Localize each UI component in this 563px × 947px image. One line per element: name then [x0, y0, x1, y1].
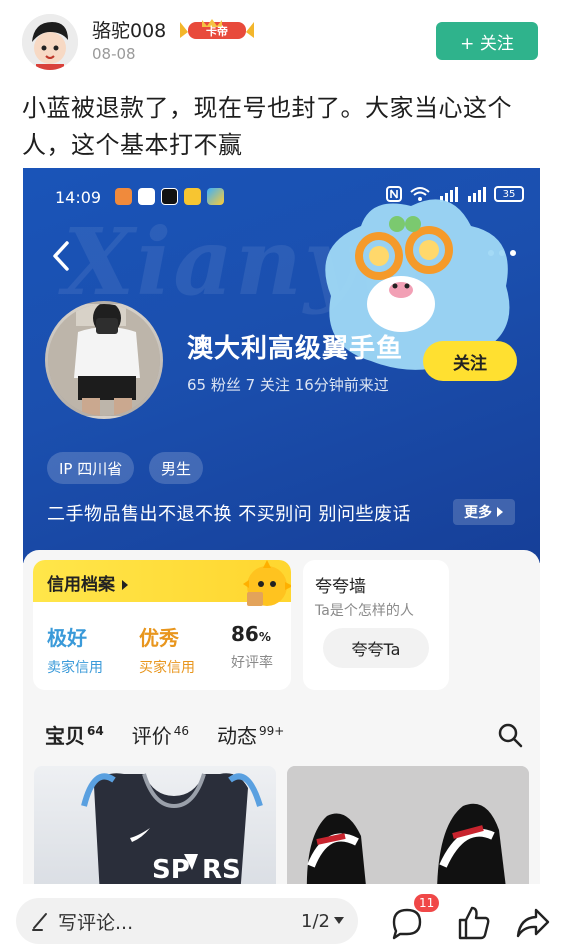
- profile-header: Xianyu 14:09 35 澳大利高级翼手鱼 65 粉丝 7 关注 16分钟…: [23, 168, 540, 563]
- tab-reviews[interactable]: 评价 46: [132, 720, 189, 749]
- comment-count-badge: 11: [414, 894, 440, 912]
- positive-rate-number: 86: [231, 622, 259, 646]
- tab-moments[interactable]: 动态 99+: [217, 720, 284, 749]
- seller-avatar[interactable]: [45, 301, 163, 419]
- buyer-credit: 优秀 买家信用: [139, 622, 195, 677]
- positive-rate-unit: %: [258, 630, 271, 644]
- status-time: 14:09: [55, 188, 102, 207]
- comment-input[interactable]: 写评论... 1/2: [16, 898, 358, 944]
- wechat-icon: [138, 188, 155, 205]
- vip-badge-label: 卡帝: [206, 24, 228, 38]
- back-arrow-icon[interactable]: [47, 238, 77, 274]
- seller-credit: 极好 卖家信用: [47, 622, 103, 677]
- tag-ip-location: IP 四川省: [47, 452, 135, 484]
- comment-placeholder: 写评论...: [58, 911, 134, 934]
- item-card-sneakers[interactable]: [287, 766, 529, 884]
- buyer-credit-value: 优秀: [139, 626, 179, 650]
- page-indicator[interactable]: 1/2: [301, 911, 344, 932]
- tab-items-count: 64: [87, 724, 104, 738]
- follow-button[interactable]: + 关注: [436, 22, 538, 60]
- avatar-cartoon-icon: [22, 14, 78, 70]
- tag-gender: 男生: [149, 452, 204, 484]
- positive-rate: 86% 好评率: [231, 622, 273, 672]
- app-notification-icon: [115, 188, 132, 205]
- credit-title: 信用档案: [47, 570, 129, 595]
- bio-more-label: 更多: [464, 505, 492, 521]
- tab-items[interactable]: 宝贝 64: [45, 720, 104, 749]
- positive-rate-label: 好评率: [231, 655, 273, 671]
- mail-icon: [184, 188, 201, 205]
- tab-moments-label: 动态: [216, 724, 257, 748]
- buyer-credit-label: 买家信用: [139, 660, 195, 676]
- post-date: 08-08: [92, 45, 136, 63]
- pen-icon: [32, 913, 47, 931]
- praise-wall-card: 夸夸墙 Ta是个怎样的人 夸夸Ta: [303, 560, 449, 690]
- seller-stats: 65 粉丝 7 关注 16分钟前来过: [187, 376, 389, 394]
- bottom-bar: 写评论... 1/2 11: [0, 884, 563, 947]
- seller-follow-button[interactable]: 关注: [423, 341, 517, 381]
- item-card-jersey[interactable]: SP RS: [34, 766, 276, 884]
- like-icon[interactable]: [454, 904, 492, 942]
- credit-card[interactable]: 信用档案 极好 卖家信用 优秀 买家信用 86% 好评率: [33, 560, 291, 690]
- praise-wall-title: 夸夸墙: [315, 577, 366, 597]
- bio-more-button[interactable]: 更多: [453, 499, 515, 525]
- seller-photo: [48, 304, 160, 416]
- praise-wall-subtitle: Ta是个怎样的人: [315, 603, 414, 619]
- tab-reviews-label: 评价: [131, 724, 172, 748]
- credit-title-label: 信用档案: [47, 575, 115, 595]
- app-icon: [207, 188, 224, 205]
- tab-reviews-count: 46: [173, 724, 189, 738]
- vip-badge: 卡帝: [178, 18, 256, 42]
- caret-right-icon: [121, 580, 128, 590]
- share-icon[interactable]: [514, 904, 552, 942]
- seller-name: 澳大利高级翼手鱼: [187, 334, 404, 364]
- tab-items-label: 宝贝: [45, 724, 85, 748]
- caret-right-icon: [497, 507, 503, 517]
- caret-down-icon: [334, 917, 344, 924]
- seller-credit-label: 卖家信用: [47, 660, 103, 676]
- tiktok-icon: [161, 188, 178, 205]
- search-icon[interactable]: [497, 722, 523, 748]
- tab-moments-count: 99+: [258, 724, 285, 738]
- profile-tabs: 宝贝 64 评价 46 动态 99+: [45, 720, 284, 749]
- post-header: 骆驼008 卡帝 08-08 + 关注: [0, 0, 563, 80]
- sneakers-photo: [287, 766, 529, 884]
- user-avatar[interactable]: [22, 14, 78, 70]
- positive-rate-value: 86%: [231, 622, 273, 646]
- page-indicator-label: 1/2: [301, 910, 330, 932]
- svg-text:RS: RS: [202, 855, 241, 884]
- post-text: 小蓝被退款了，现在号也封了。大家当心这个人，这个基本打不赢: [22, 94, 512, 159]
- praise-button[interactable]: 夸夸Ta: [323, 628, 429, 668]
- jersey-photo: SP RS: [81, 773, 263, 884]
- seller-bio: 二手物品售出不退不换 不买别问 别问些废话: [47, 504, 411, 525]
- user-name[interactable]: 骆驼008: [92, 16, 166, 43]
- embedded-screenshot: Xianyu 14:09 35 澳大利高级翼手鱼 65 粉丝 7 关注 16分钟…: [23, 168, 540, 884]
- status-app-icons: [115, 188, 224, 205]
- sun-mascot-icon: [243, 560, 291, 606]
- svg-text:SP: SP: [152, 855, 190, 884]
- seller-credit-value: 极好: [47, 626, 87, 650]
